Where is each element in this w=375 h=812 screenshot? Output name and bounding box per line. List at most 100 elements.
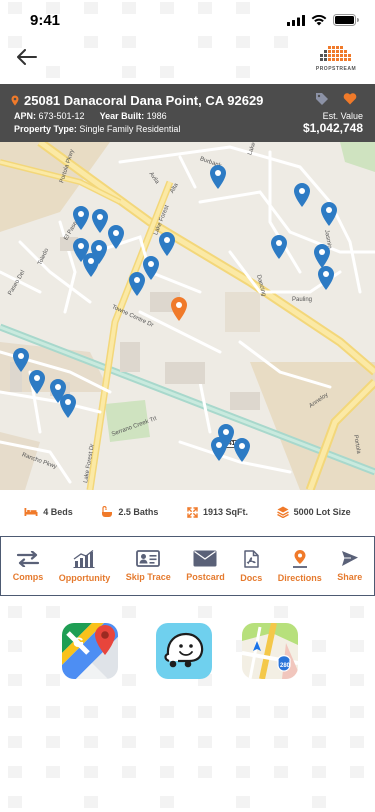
action-label: Postcard [186, 572, 225, 582]
favorite-heart-icon[interactable] [343, 92, 357, 105]
map-pin[interactable] [270, 234, 288, 260]
postcard-icon [193, 550, 217, 567]
expand-arrows-icon [187, 506, 198, 518]
map-pin[interactable] [128, 271, 146, 297]
map-pin-selected[interactable] [170, 296, 188, 322]
baths-value: 2.5 Baths [118, 507, 159, 517]
action-label: Skip Trace [125, 572, 171, 582]
google-maps-icon: G [62, 623, 118, 679]
status-icons [287, 14, 359, 26]
property-meta-row: APN: 673-501-12 Year Built: 1986 [14, 111, 167, 121]
est-value-label: Est. Value [322, 111, 363, 121]
cellular-signal-icon [287, 14, 305, 26]
svg-text:280: 280 [280, 663, 291, 669]
feature-sqft: 1913 SqFt. [187, 506, 249, 518]
address-row: 25081 Danacoral Dana Point, CA 92629 [11, 93, 263, 108]
map-pin[interactable] [28, 369, 46, 395]
directions-button[interactable]: Directions [278, 549, 322, 583]
action-label: Comps [12, 571, 44, 582]
back-arrow-icon [17, 49, 37, 65]
layers-icon [276, 506, 289, 518]
property-features: 4 Beds 2.5 Baths 1913 SqFt. 5000 Lot Siz… [0, 490, 375, 534]
share-icon [341, 551, 358, 566]
map-pin[interactable] [59, 393, 77, 419]
directions-icon [292, 550, 307, 568]
map-pin-icon [271, 235, 287, 259]
map-pin-icon [108, 225, 124, 249]
logo-text: PROPSTREAM [315, 66, 357, 72]
action-label: Directions [277, 573, 322, 583]
status-time: 9:41 [30, 12, 61, 29]
back-button[interactable] [12, 44, 42, 70]
map-pin[interactable] [210, 436, 228, 462]
lot-size-value: 5000 Lot Size [293, 507, 351, 517]
action-label: Docs [240, 572, 263, 583]
comps-button[interactable]: Comps [12, 550, 44, 582]
map-pin[interactable] [82, 252, 100, 278]
map-pin-icon [171, 297, 187, 321]
propstream-logo: PROPSTREAM [315, 44, 357, 72]
comps-icon [16, 550, 40, 567]
bed-icon [24, 508, 38, 516]
map-pin-icon [159, 232, 175, 256]
map-pin-icon [29, 370, 45, 394]
map-pin-icon [129, 272, 145, 296]
docs-button[interactable]: Docs [240, 549, 263, 583]
location-pin-icon [11, 95, 19, 106]
skip-trace-button[interactable]: Skip Trace [126, 550, 171, 582]
map-pin[interactable] [293, 182, 311, 208]
map-pin[interactable] [320, 201, 338, 227]
map-pin[interactable] [233, 437, 251, 463]
app-root: 9:41 PROPSTREAM 25081 Danacoral Dana Poi… [0, 0, 375, 812]
map-pin-icon [60, 394, 76, 418]
map-pin[interactable] [317, 265, 335, 291]
map-pin-icon [73, 206, 89, 230]
map-pin[interactable] [72, 205, 90, 231]
action-bar: Comps Opportunity Skip Trace Postcard Do… [0, 536, 375, 596]
status-bar: 9:41 [0, 0, 375, 44]
share-button[interactable]: Share [337, 550, 362, 582]
opportunity-button[interactable]: Opportunity [58, 549, 111, 583]
property-type-value: Single Family Residential [79, 124, 181, 134]
map-pin-icon [318, 266, 334, 290]
logo-mark-icon [320, 46, 351, 61]
feature-beds: 4 Beds [24, 507, 73, 517]
action-label: Share [337, 572, 363, 582]
battery-icon [333, 14, 359, 26]
waze-icon [156, 623, 212, 679]
opportunity-icon [73, 549, 95, 568]
google-maps-app[interactable]: G [62, 623, 118, 679]
map-pin[interactable] [107, 224, 125, 250]
property-map[interactable]: Portola Pkwy Burbank Lake Forest Dr El P… [0, 142, 375, 490]
apple-maps-icon: 280 [242, 623, 298, 679]
tag-icon[interactable] [315, 92, 329, 106]
feature-baths: 2.5 Baths [101, 506, 158, 518]
property-header: 25081 Danacoral Dana Point, CA 92629 APN… [0, 84, 375, 142]
map-pin-icon [321, 202, 337, 226]
map-pin-icon [294, 183, 310, 207]
wifi-icon [311, 14, 327, 25]
feature-lot-size: 5000 Lot Size [276, 506, 351, 518]
map-pin-icon [211, 437, 227, 461]
sqft-value: 1913 SqFt. [203, 507, 249, 517]
road-label: Pauling [292, 297, 313, 303]
map-pin[interactable] [158, 231, 176, 257]
property-address: 25081 Danacoral Dana Point, CA 92629 [24, 93, 264, 108]
year-built-label: Year Built: [99, 111, 145, 121]
action-label: Opportunity [58, 572, 111, 583]
property-type-row: Property Type: Single Family Residential [14, 124, 180, 134]
apple-maps-app[interactable]: 280 [242, 623, 298, 679]
property-type-label: Property Type: [14, 124, 77, 134]
apn-label: APN: [14, 111, 36, 121]
top-nav: PROPSTREAM [0, 44, 375, 84]
map-pin-icon [234, 438, 250, 462]
header-actions [315, 92, 357, 106]
skip-trace-icon [136, 550, 161, 567]
year-built-value: 1986 [146, 111, 167, 121]
postcard-button[interactable]: Postcard [186, 550, 225, 582]
map-pin[interactable] [209, 164, 227, 190]
bath-icon [102, 506, 113, 517]
waze-app[interactable] [156, 623, 212, 679]
svg-text:G: G [73, 634, 84, 650]
apn-value: 673-501-12 [38, 111, 85, 121]
